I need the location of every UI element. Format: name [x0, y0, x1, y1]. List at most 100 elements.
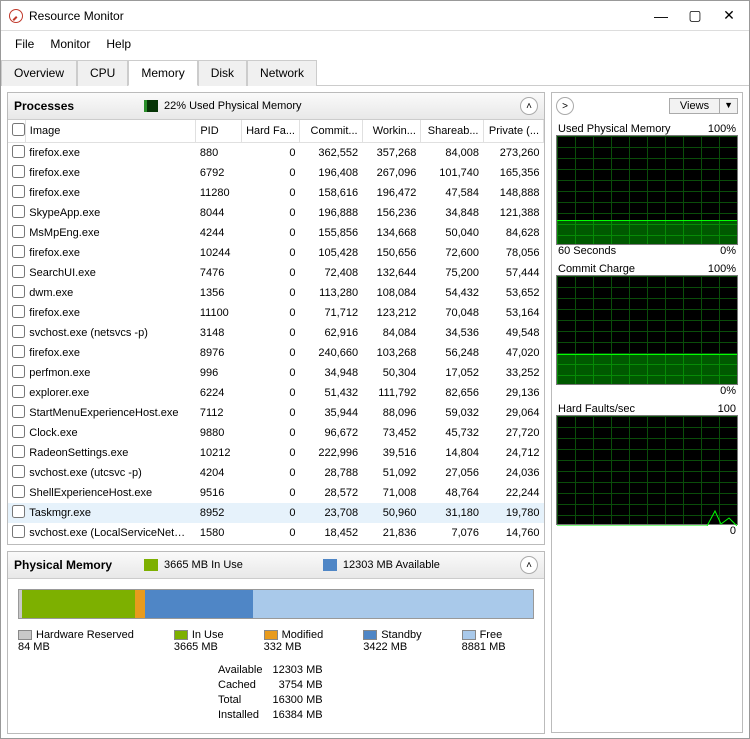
menu-file[interactable]: File: [7, 33, 42, 55]
table-row[interactable]: SkypeBridge.exe4656037,54855,96441,70414…: [8, 543, 544, 544]
cell-private: 24,036: [483, 463, 544, 483]
cell-shareable: 27,056: [420, 463, 483, 483]
cell-shareable: 54,432: [420, 283, 483, 303]
column-pid[interactable]: PID: [196, 120, 241, 143]
chart-commit-charge: Commit Charge100% 0%: [556, 263, 738, 397]
table-row[interactable]: firefox.exe8800362,552357,26884,008273,2…: [8, 143, 544, 164]
cell-private: 53,164: [483, 303, 544, 323]
table-row[interactable]: RadeonSettings.exe102120222,99639,51614,…: [8, 443, 544, 463]
cell-shareable: 48,764: [420, 483, 483, 503]
column-shareable[interactable]: Shareab...: [420, 120, 483, 143]
row-checkbox[interactable]: [12, 505, 25, 518]
cell-pid: 880: [196, 143, 241, 164]
row-checkbox[interactable]: [12, 145, 25, 158]
memory-stats: Available Cached Total Installed 12303 M…: [218, 663, 534, 723]
row-checkbox[interactable]: [12, 245, 25, 258]
cell-private: 84,628: [483, 223, 544, 243]
column-working[interactable]: Workin...: [362, 120, 420, 143]
row-checkbox[interactable]: [12, 325, 25, 338]
table-row[interactable]: firefox.exe67920196,408267,096101,740165…: [8, 163, 544, 183]
cell-image: svchost.exe (utcsvc -p): [25, 463, 196, 483]
tab-network[interactable]: Network: [247, 60, 317, 86]
cell-hardfaults: 0: [241, 503, 299, 523]
collapse-charts-button[interactable]: ˃: [556, 97, 574, 115]
column-checkbox[interactable]: [8, 120, 25, 143]
menu-help[interactable]: Help: [98, 33, 139, 55]
menu-monitor[interactable]: Monitor: [42, 33, 98, 55]
tab-cpu[interactable]: CPU: [77, 60, 128, 86]
cell-private: 47,020: [483, 343, 544, 363]
minimize-button[interactable]: —: [653, 8, 669, 24]
processes-table-scroll[interactable]: Image PID Hard Fa... Commit... Workin...…: [8, 120, 544, 544]
table-row[interactable]: Taskmgr.exe8952023,70850,96031,18019,780: [8, 503, 544, 523]
row-checkbox[interactable]: [12, 485, 25, 498]
row-checkbox[interactable]: [12, 285, 25, 298]
cell-pid: 6792: [196, 163, 241, 183]
cell-hardfaults: 0: [241, 323, 299, 343]
cell-image: svchost.exe (LocalServiceNetwo...: [25, 523, 196, 543]
row-checkbox[interactable]: [12, 165, 25, 178]
row-checkbox[interactable]: [12, 185, 25, 198]
cell-working: 73,452: [362, 423, 420, 443]
cell-image: Taskmgr.exe: [25, 503, 196, 523]
table-row[interactable]: firefox.exe89760240,660103,26856,24847,0…: [8, 343, 544, 363]
row-checkbox[interactable]: [12, 265, 25, 278]
table-row[interactable]: firefox.exe112800158,616196,47247,584148…: [8, 183, 544, 203]
table-row[interactable]: svchost.exe (utcsvc -p)4204028,78851,092…: [8, 463, 544, 483]
cell-private: 29,136: [483, 383, 544, 403]
views-dropdown[interactable]: ▼: [720, 98, 738, 114]
cell-hardfaults: 0: [241, 543, 299, 544]
tab-memory[interactable]: Memory: [128, 60, 197, 86]
row-checkbox[interactable]: [12, 425, 25, 438]
row-checkbox[interactable]: [12, 525, 25, 538]
row-checkbox[interactable]: [12, 205, 25, 218]
cell-pid: 9880: [196, 423, 241, 443]
views-button[interactable]: Views: [669, 98, 720, 114]
cell-shareable: 34,848: [420, 203, 483, 223]
maximize-button[interactable]: ▢: [687, 8, 703, 24]
collapse-physical-memory-button[interactable]: ˄: [520, 556, 538, 574]
table-row[interactable]: dwm.exe13560113,280108,08454,43253,652: [8, 283, 544, 303]
row-checkbox[interactable]: [12, 385, 25, 398]
table-row[interactable]: SearchUI.exe7476072,408132,64475,20057,4…: [8, 263, 544, 283]
column-commit[interactable]: Commit...: [299, 120, 362, 143]
memory-usage-icon: [144, 100, 158, 112]
row-checkbox[interactable]: [12, 365, 25, 378]
memory-legend: Hardware Reserved84 MB In Use3665 MB Mod…: [18, 629, 534, 653]
table-row[interactable]: firefox.exe102440105,428150,65672,60078,…: [8, 243, 544, 263]
column-hardfaults[interactable]: Hard Fa...: [241, 120, 299, 143]
cell-shareable: 101,740: [420, 163, 483, 183]
row-checkbox[interactable]: [12, 405, 25, 418]
table-row[interactable]: svchost.exe (netsvcs -p)3148062,91684,08…: [8, 323, 544, 343]
tab-disk[interactable]: Disk: [198, 60, 247, 86]
table-row[interactable]: MsMpEng.exe42440155,856134,66850,04084,6…: [8, 223, 544, 243]
column-image[interactable]: Image: [25, 120, 196, 143]
cell-image: perfmon.exe: [25, 363, 196, 383]
table-row[interactable]: StartMenuExperienceHost.exe7112035,94488…: [8, 403, 544, 423]
cell-private: 53,652: [483, 283, 544, 303]
close-button[interactable]: ✕: [721, 8, 737, 24]
row-checkbox[interactable]: [12, 345, 25, 358]
table-row[interactable]: explorer.exe6224051,432111,79282,65629,1…: [8, 383, 544, 403]
cell-shareable: 34,536: [420, 323, 483, 343]
table-row[interactable]: perfmon.exe996034,94850,30417,05233,252: [8, 363, 544, 383]
cell-commit: 28,788: [299, 463, 362, 483]
table-row[interactable]: svchost.exe (LocalServiceNetwo...1580018…: [8, 523, 544, 543]
row-checkbox[interactable]: [12, 225, 25, 238]
column-private[interactable]: Private (...: [483, 120, 544, 143]
collapse-processes-button[interactable]: ˄: [520, 97, 538, 115]
table-row[interactable]: Clock.exe9880096,67273,45245,73227,720: [8, 423, 544, 443]
table-row[interactable]: firefox.exe11100071,712123,21270,04853,1…: [8, 303, 544, 323]
row-checkbox[interactable]: [12, 305, 25, 318]
cell-working: 88,096: [362, 403, 420, 423]
row-checkbox[interactable]: [12, 445, 25, 458]
cell-hardfaults: 0: [241, 243, 299, 263]
cell-working: 132,644: [362, 263, 420, 283]
table-row[interactable]: SkypeApp.exe80440196,888156,23634,848121…: [8, 203, 544, 223]
table-row[interactable]: ShellExperienceHost.exe9516028,57271,008…: [8, 483, 544, 503]
tab-overview[interactable]: Overview: [1, 60, 77, 86]
cell-private: 27,720: [483, 423, 544, 443]
cell-shareable: 56,248: [420, 343, 483, 363]
row-checkbox[interactable]: [12, 465, 25, 478]
cell-shareable: 82,656: [420, 383, 483, 403]
